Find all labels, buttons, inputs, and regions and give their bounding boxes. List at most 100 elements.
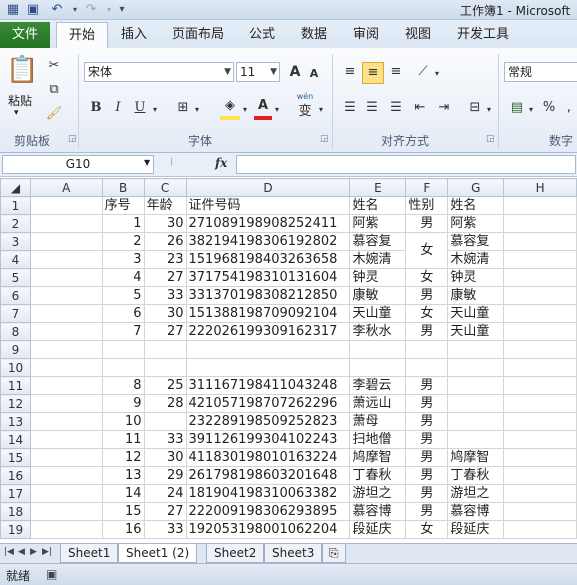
last-sheet-icon[interactable]: ▶| <box>42 547 52 557</box>
cell[interactable] <box>185 340 351 359</box>
tab-view[interactable]: 视图 <box>396 22 440 48</box>
cell[interactable]: 慕容复 <box>447 232 505 251</box>
cell[interactable]: 30 <box>143 304 187 323</box>
cell[interactable]: 鸠摩智 <box>447 448 505 467</box>
cell[interactable] <box>503 394 577 413</box>
font-color-icon[interactable]: A <box>254 96 272 120</box>
shrink-font-icon[interactable]: A <box>306 64 322 84</box>
cell[interactable] <box>503 430 577 449</box>
cell[interactable]: 311167198411043248 <box>185 376 351 395</box>
cell[interactable]: 钟灵 <box>349 268 407 287</box>
cell[interactable] <box>503 232 577 251</box>
align-bottom-icon[interactable]: ≡ <box>386 62 406 82</box>
tab-page-layout[interactable]: 页面布局 <box>163 22 233 48</box>
insert-function-icon[interactable]: fx <box>215 156 227 170</box>
cell[interactable]: 女 <box>405 304 449 323</box>
select-all-corner[interactable]: ◢ <box>0 178 31 197</box>
cell[interactable]: 慕容复 <box>349 232 407 251</box>
cell[interactable] <box>29 466 103 485</box>
cell[interactable] <box>29 376 103 395</box>
cell[interactable] <box>29 412 103 431</box>
cell[interactable]: 性别 <box>405 196 449 215</box>
cell[interactable]: 23 <box>143 250 187 269</box>
row-header[interactable]: 14 <box>0 430 31 449</box>
undo-icon[interactable]: ↶ <box>48 2 66 18</box>
cell[interactable] <box>29 322 103 341</box>
cell[interactable]: 10 <box>101 412 145 431</box>
column-header[interactable]: D <box>185 178 351 197</box>
cell[interactable]: 男 <box>405 322 449 341</box>
font-color-dropdown-icon[interactable]: ▾ <box>272 100 282 120</box>
row-header[interactable]: 3 <box>0 232 31 251</box>
cell[interactable] <box>503 250 577 269</box>
first-sheet-icon[interactable]: |◀ <box>4 547 14 557</box>
cell[interactable]: 木婉清 <box>447 250 505 269</box>
decrease-indent-icon[interactable]: ⇤ <box>410 98 430 118</box>
cell[interactable]: 扫地僧 <box>349 430 407 449</box>
cell[interactable] <box>29 286 103 305</box>
cell[interactable]: 段延庆 <box>349 520 407 539</box>
cell[interactable] <box>29 358 103 377</box>
row-header[interactable]: 8 <box>0 322 31 341</box>
cell[interactable] <box>143 412 187 431</box>
merge-dropdown-icon[interactable]: ▾ <box>484 100 494 120</box>
cell[interactable] <box>503 268 577 287</box>
cell[interactable]: 192053198001062204 <box>185 520 351 539</box>
cell[interactable] <box>29 232 103 251</box>
font-size-select[interactable]: 11 ▼ <box>236 62 280 82</box>
cell[interactable] <box>29 520 103 539</box>
cell[interactable]: 28 <box>143 394 187 413</box>
cell[interactable]: 29 <box>143 466 187 485</box>
cell[interactable]: 331370198308212850 <box>185 286 351 305</box>
cell[interactable] <box>503 322 577 341</box>
cell[interactable] <box>503 484 577 503</box>
cell[interactable] <box>503 520 577 539</box>
column-header[interactable]: E <box>349 178 407 197</box>
tab-file[interactable]: 文件 <box>0 22 50 48</box>
insert-sheet-icon[interactable]: ⎘ <box>322 544 346 563</box>
column-header[interactable]: A <box>29 178 103 197</box>
borders-dropdown-icon[interactable]: ▾ <box>192 100 202 120</box>
redo-icon[interactable]: ↷ <box>82 2 100 18</box>
column-header[interactable]: B <box>101 178 145 197</box>
increase-indent-icon[interactable]: ⇥ <box>434 98 454 118</box>
cell[interactable]: 15 <box>101 502 145 521</box>
cell[interactable] <box>447 376 505 395</box>
row-header[interactable]: 2 <box>0 214 31 233</box>
italic-button[interactable]: I <box>110 98 126 118</box>
cell[interactable]: 男 <box>405 214 449 233</box>
cell[interactable]: 33 <box>143 430 187 449</box>
format-painter-icon[interactable]: 🖌 <box>44 104 64 124</box>
cell[interactable] <box>349 340 407 359</box>
cell[interactable]: 阿紫 <box>349 214 407 233</box>
cell[interactable] <box>29 430 103 449</box>
cell[interactable]: 丁春秋 <box>349 466 407 485</box>
row-header[interactable]: 19 <box>0 520 31 539</box>
name-box-dropdown-icon[interactable]: ▼ <box>144 158 150 167</box>
cell[interactable] <box>503 340 577 359</box>
cell[interactable]: 271089198908252411 <box>185 214 351 233</box>
row-header[interactable]: 7 <box>0 304 31 323</box>
cell[interactable] <box>503 412 577 431</box>
cell[interactable]: 25 <box>143 376 187 395</box>
cell[interactable]: 序号 <box>101 196 145 215</box>
cell[interactable]: 丁春秋 <box>447 466 505 485</box>
cell[interactable] <box>29 214 103 233</box>
tab-review[interactable]: 审阅 <box>344 22 388 48</box>
column-header[interactable]: G <box>447 178 505 197</box>
cell[interactable]: 222026199309162317 <box>185 322 351 341</box>
cell[interactable] <box>101 340 145 359</box>
sheet-tab-sheet1-2[interactable]: Sheet1 (2) <box>118 544 198 563</box>
cell[interactable]: 382194198306192802 <box>185 232 351 251</box>
cell[interactable]: 男 <box>405 484 449 503</box>
paste-button-label[interactable]: 粘贴 <box>8 92 32 109</box>
cell[interactable]: 李碧云 <box>349 376 407 395</box>
sheet-tab-sheet3[interactable]: Sheet3 <box>264 544 323 563</box>
align-center-icon[interactable]: ☰ <box>362 98 382 118</box>
tab-data[interactable]: 数据 <box>292 22 336 48</box>
cell[interactable]: 男 <box>405 412 449 431</box>
cell[interactable] <box>29 340 103 359</box>
formula-input[interactable] <box>236 155 576 174</box>
row-header[interactable]: 4 <box>0 250 31 269</box>
cell[interactable]: 1 <box>101 214 145 233</box>
